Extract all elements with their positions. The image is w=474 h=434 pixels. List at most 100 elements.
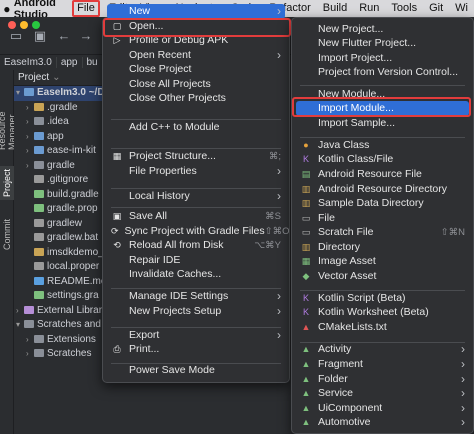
file-icon [34,233,44,242]
expand-arrow-icon[interactable]: › [26,101,34,116]
menu-tools[interactable]: Tools [385,0,423,17]
expand-arrow-icon[interactable]: › [26,347,34,362]
back-arrow-icon[interactable]: ← [54,26,74,46]
new-menu-item-fragment[interactable]: ▲ Fragment › [296,357,469,372]
tree-item[interactable]: › ease-im-kit [14,144,104,159]
menu-item-label: Close All Projects [129,78,211,91]
new-menu-item-file[interactable]: ▭ File [296,211,469,226]
expand-arrow-icon[interactable]: › [26,333,34,348]
file-menu-item-new[interactable]: New › [107,4,285,19]
menu-build[interactable]: Build [317,0,353,17]
breadcrumb-item[interactable]: app [57,57,83,68]
new-menu-item-vector-asset[interactable]: ◆ Vector Asset [296,269,469,284]
tree-item[interactable]: › Extensions [14,333,104,348]
file-icon [34,146,44,155]
new-menu-item-folder[interactable]: ▲ Folder › [296,372,469,387]
new-menu-item-android-resource-file[interactable]: ▤ Android Resource File [296,167,469,182]
file-menu-item-new-projects-setup[interactable]: New Projects Setup › [107,304,285,319]
menu-item-label: File [318,212,335,225]
tree-item[interactable]: › Scratches [14,347,104,362]
tree-item[interactable]: imsdkdemo_ [14,246,104,261]
breadcrumb-item[interactable]: EaseIm3.0 [0,57,57,68]
resource-manager-tab[interactable]: Resource Manager [0,74,17,150]
menu-window[interactable]: Wi [449,0,474,17]
expand-arrow-icon[interactable]: ▾ [16,86,24,101]
blank-icon [111,93,123,104]
new-menu-item-kotlin-worksheet-beta[interactable]: K Kotlin Worksheet (Beta) [296,305,469,320]
new-menu-item-java-class[interactable]: ● Java Class [296,138,469,153]
new-menu-item-new-flutter-project[interactable]: New Flutter Project... [296,36,469,51]
file-menu-item-print[interactable]: ⎙ Print... [107,342,285,357]
file-menu-item-local-history[interactable]: Local History › [107,189,285,204]
file-menu-item-open-recent[interactable]: Open Recent › [107,48,285,63]
file-menu-item-add-c-to-module[interactable]: Add C++ to Module [107,120,285,135]
file-menu-item-close-other-projects[interactable]: Close Other Projects [107,91,285,106]
file-menu-item-close-all-projects[interactable]: Close All Projects [107,77,285,92]
new-menu-item-service[interactable]: ▲ Service › [296,386,469,401]
file-menu-item-invalidate-caches[interactable]: Invalidate Caches... [107,267,285,282]
new-menu-item-activity[interactable]: ▲ Activity › [296,342,469,357]
tree-item[interactable]: gradlew [14,217,104,232]
tree-item[interactable]: ▾ Scratches and [14,318,104,333]
new-menu-item-kotlin-script-beta[interactable]: K Kotlin Script (Beta) [296,291,469,306]
tree-item[interactable]: › .gradle [14,101,104,116]
tree-item[interactable]: gradle.prop [14,202,104,217]
menu-item-label: Kotlin Worksheet (Beta) [318,306,429,319]
file-menu-item-sync-project-with-gradle-files[interactable]: ⟳ Sync Project with Gradle Files ⇧⌘O [107,224,289,239]
file-menu-item-close-project[interactable]: Close Project [107,62,285,77]
open-folder-icon[interactable]: ▭ [6,26,26,46]
file-menu-item-manage-ide-settings[interactable]: Manage IDE Settings › [107,289,285,304]
menu-file[interactable]: File [72,0,100,17]
new-menu-item-image-asset[interactable]: ▦ Image Asset [296,254,469,269]
menu-git[interactable]: Git [423,0,449,17]
new-menu-item-android-resource-directory[interactable]: ▥ Android Resource Directory [296,182,469,197]
tree-item[interactable]: › External Librari [14,304,104,319]
file-menu-item-save-all[interactable]: ▣ Save All ⌘S [107,209,285,224]
breadcrumb-item[interactable]: bu [83,57,103,68]
tree-item[interactable]: README.mc [14,275,104,290]
expand-arrow-icon[interactable]: › [26,115,34,130]
file-menu-item-project-structure[interactable]: ▦ Project Structure... ⌘; [107,149,285,164]
new-menu-item-import-project[interactable]: Import Project... [296,51,469,66]
new-menu-item-kotlin-class-file[interactable]: K Kotlin Class/File [296,152,469,167]
expand-arrow-icon[interactable]: › [26,159,34,174]
file-menu-item-reload-all-from-disk[interactable]: ⟲ Reload All from Disk ⌥⌘Y [107,238,285,253]
save-icon[interactable]: ▣ [30,26,50,46]
expand-arrow-icon[interactable]: › [26,144,34,159]
tree-item-label: EaseIm3.0 ~/D [37,87,104,98]
new-menu-item-sample-data-directory[interactable]: ▥ Sample Data Directory [296,196,469,211]
new-menu-item-uicomponent[interactable]: ▲ UiComponent › [296,401,469,416]
tree-item[interactable]: local.proper [14,260,104,275]
new-menu-item-project-from-version-control[interactable]: Project from Version Control... [296,65,469,80]
expand-arrow-icon[interactable]: › [16,304,24,319]
project-tab[interactable]: Project [0,166,14,200]
tree-item[interactable]: .gitignore [14,173,104,188]
tree-item[interactable]: › app [14,130,104,145]
new-menu-item-automotive[interactable]: ▲ Automotive › [296,415,469,430]
file-menu-item-file-properties[interactable]: File Properties › [107,164,285,179]
tree-item[interactable]: gradlew.bat [14,231,104,246]
tree-item[interactable]: ▾ EaseIm3.0 ~/D [14,86,104,101]
tree-item-label: gradlew.bat [47,232,99,243]
menu-item-label: Automotive [318,416,371,429]
tree-item[interactable]: › gradle [14,159,104,174]
file-menu-item-export[interactable]: Export › [107,328,285,343]
tree-item[interactable]: build.gradle [14,188,104,203]
tree-item[interactable]: › .idea [14,115,104,130]
forward-arrow-icon[interactable]: → [76,26,96,46]
menu-run[interactable]: Run [353,0,385,17]
new-menu-item-scratch-file[interactable]: ▭ Scratch File ⇧⌘N [296,225,469,240]
tree-item[interactable]: settings.gra [14,289,104,304]
file-menu-item-power-save-mode[interactable]: Power Save Mode [107,363,285,378]
expand-arrow-icon[interactable]: ▾ [16,318,24,333]
expand-arrow-icon[interactable]: › [26,130,34,145]
project-panel-header[interactable]: Project ⌄ [14,70,104,86]
apple-icon[interactable]: ● [0,2,14,16]
new-menu-item-import-sample[interactable]: Import Sample... [296,116,469,131]
new-menu-item-directory[interactable]: ▥ Directory [296,240,469,255]
commit-tab[interactable]: Commit [0,218,14,252]
new-menu-item-cmakelists-txt[interactable]: ▲ CMakeLists.txt [296,320,469,335]
menu-item-label: Vector Asset [318,270,377,283]
new-menu-item-new-project[interactable]: New Project... [296,22,469,37]
file-menu-item-repair-ide[interactable]: Repair IDE [107,253,285,268]
